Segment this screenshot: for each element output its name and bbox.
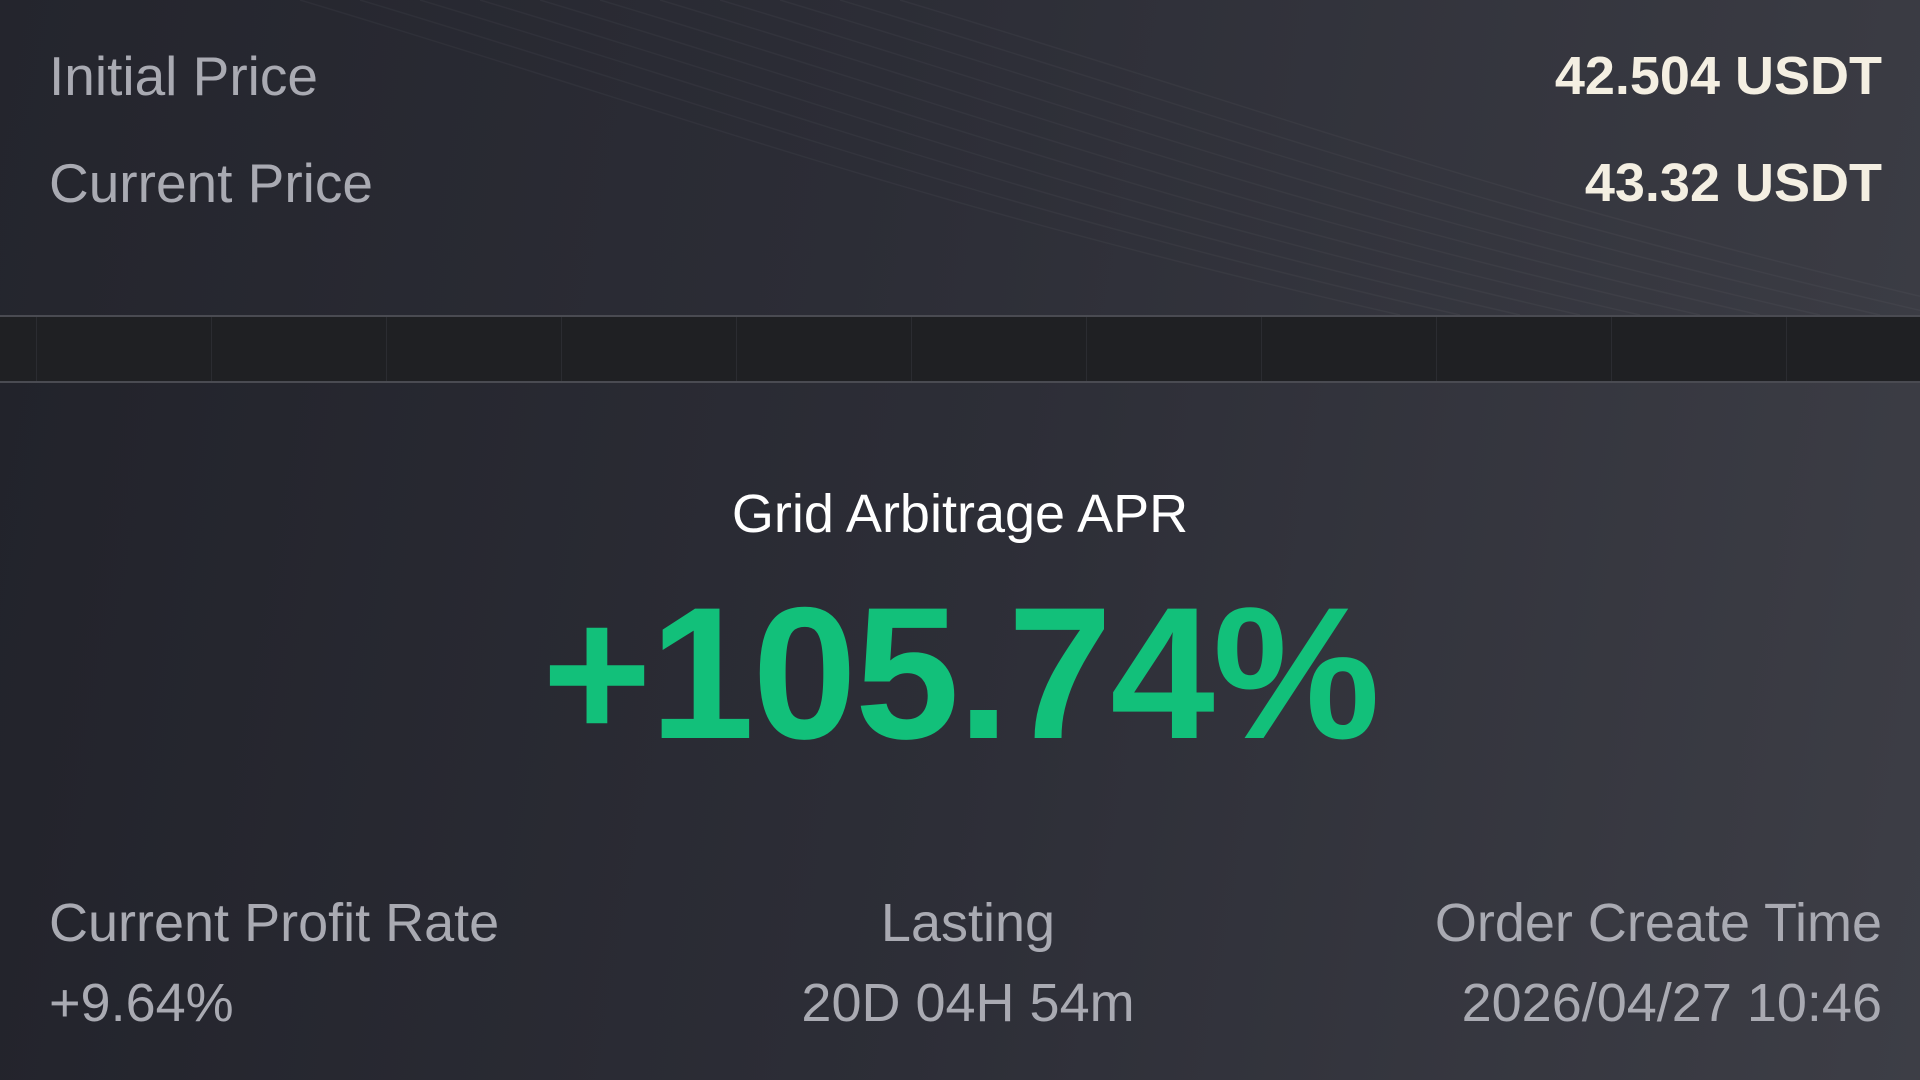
profit-rate-stat: Current Profit Rate +9.64%: [49, 883, 689, 1043]
price-panel: Initial Price 42.504 USDT Current Price …: [0, 0, 1920, 315]
profit-rate-value: +9.64%: [49, 973, 234, 1033]
section-divider: [0, 315, 1920, 383]
initial-price-value: 42.504 USDT: [1554, 46, 1882, 106]
current-price-label: Current Price: [49, 152, 373, 214]
apr-title: Grid Arbitrage APR: [731, 484, 1189, 544]
apr-value: +105.74%: [542, 568, 1380, 778]
lasting-label: Lasting: [880, 893, 1056, 953]
divider-cell: [912, 317, 1087, 381]
divider-cell: [1612, 317, 1787, 381]
lasting-value: 20D 04H 54m: [801, 973, 1135, 1033]
divider-cell: [1087, 317, 1262, 381]
divider-cell: [1262, 317, 1437, 381]
divider-cell: [37, 317, 212, 381]
create-time-value: 2026/04/27 10:46: [1461, 973, 1882, 1033]
current-price-value: 43.32 USDT: [1584, 153, 1882, 213]
divider-cell: [387, 317, 562, 381]
apr-panel: Grid Arbitrage APR +105.74% Current Prof…: [0, 383, 1920, 1080]
profit-rate-label: Current Profit Rate: [49, 893, 500, 953]
create-time-stat: Order Create Time 2026/04/27 10:46: [1242, 883, 1882, 1043]
divider-cell: [1787, 317, 1920, 381]
divider-cell: [737, 317, 912, 381]
divider-cell: [212, 317, 387, 381]
initial-price-label: Initial Price: [49, 45, 318, 107]
lasting-stat: Lasting 20D 04H 54m: [648, 883, 1288, 1043]
divider-cell: [1437, 317, 1612, 381]
divider-cell: [562, 317, 737, 381]
grid-order-card: Initial Price 42.504 USDT Current Price …: [0, 0, 1920, 1080]
current-price-row: Current Price 43.32 USDT: [49, 148, 1882, 218]
divider-cell: [0, 317, 37, 381]
create-time-label: Order Create Time: [1434, 893, 1882, 953]
initial-price-row: Initial Price 42.504 USDT: [49, 41, 1882, 111]
